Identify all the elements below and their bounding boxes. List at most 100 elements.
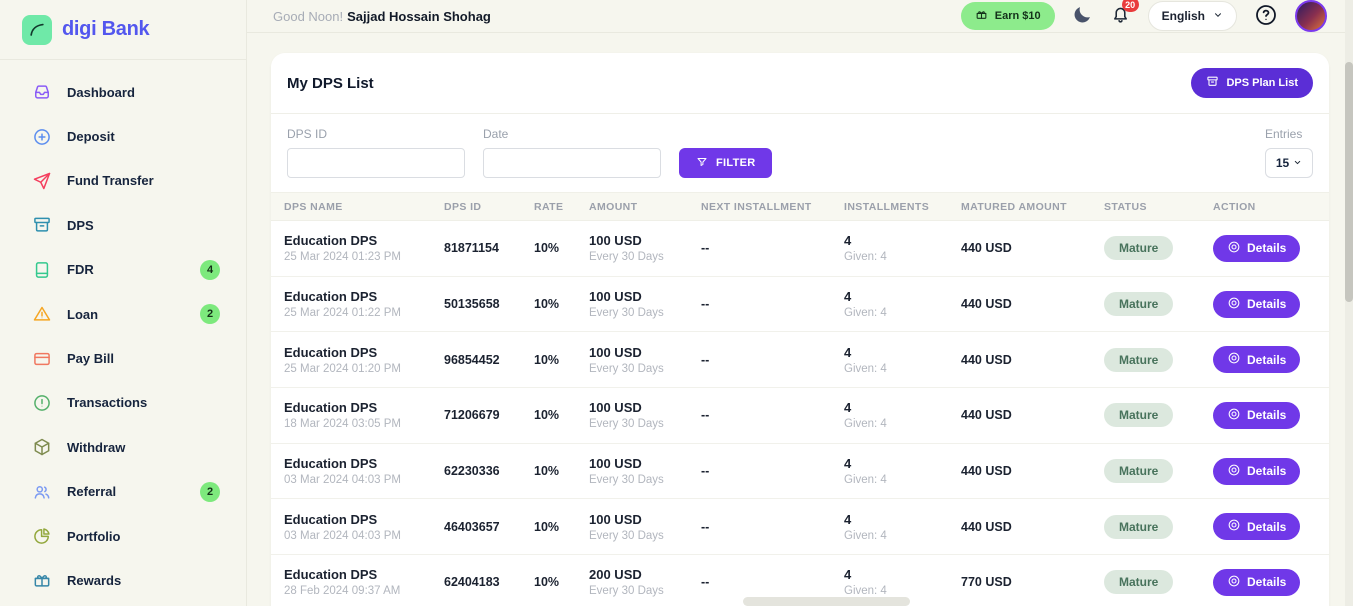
- sidebar-item-pay-bill[interactable]: Pay Bill: [0, 336, 246, 380]
- dps-id-cell: 96854452: [444, 353, 534, 367]
- details-button[interactable]: Details: [1213, 235, 1300, 262]
- status-badge: Mature: [1104, 515, 1173, 539]
- horizontal-scrollbar-thumb[interactable]: [743, 597, 910, 606]
- help-button[interactable]: [1254, 3, 1278, 30]
- date-filter-group: Date: [483, 127, 661, 178]
- sidebar-item-fdr[interactable]: FDR 4: [0, 248, 246, 292]
- filter-bar: DPS ID Date FILTER: [271, 114, 1329, 192]
- dps-name-cell: Education DPS 25 Mar 2024 01:20 PM: [284, 345, 444, 375]
- sidebar-item-portfolio[interactable]: Portfolio: [0, 514, 246, 558]
- count-badge: 2: [200, 482, 220, 502]
- page-title: My DPS List: [287, 75, 374, 92]
- details-button[interactable]: Details: [1213, 291, 1300, 318]
- column-header: DPS ID: [444, 201, 534, 213]
- table-row: Education DPS 03 Mar 2024 04:03 PM 46403…: [271, 499, 1329, 555]
- username-label: Sajjad Hossain Shohag: [347, 9, 491, 24]
- sidebar-item-loan[interactable]: Loan 2: [0, 292, 246, 336]
- dps-name: Education DPS: [284, 567, 444, 582]
- installments-count: 4: [844, 345, 961, 360]
- installments-cell: 4 Given: 4: [844, 289, 961, 319]
- dps-name: Education DPS: [284, 512, 444, 527]
- details-button[interactable]: Details: [1213, 513, 1300, 540]
- amount-frequency: Every 30 Days: [589, 251, 701, 263]
- date-input[interactable]: [483, 148, 661, 178]
- pie-chart-icon: [32, 526, 52, 546]
- details-button[interactable]: Details: [1213, 569, 1300, 596]
- app-window: digi Bank Dashboard Deposit Fund Transfe…: [0, 0, 1353, 606]
- dps-date: 28 Feb 2024 09:37 AM: [284, 585, 444, 597]
- topbar-actions: Earn $10 20 English: [961, 0, 1327, 32]
- amount-value: 100 USD: [589, 233, 701, 248]
- eye-icon: [1227, 574, 1241, 591]
- dps-id-cell: 62230336: [444, 464, 534, 478]
- avatar[interactable]: [1295, 0, 1327, 32]
- gift-icon: [975, 8, 988, 24]
- sidebar-item-fund-transfer[interactable]: Fund Transfer: [0, 159, 246, 203]
- content: My DPS List DPS Plan List DPS ID: [247, 33, 1353, 606]
- rate-cell: 10%: [534, 353, 589, 367]
- installments-count: 4: [844, 233, 961, 248]
- users-icon: [32, 482, 52, 502]
- amount-cell: 200 USD Every 30 Days: [589, 567, 701, 597]
- paper-plane-icon: [32, 171, 52, 191]
- funnel-icon: [696, 156, 708, 171]
- dps-date: 03 Mar 2024 04:03 PM: [284, 474, 444, 486]
- sidebar-item-label: Dashboard: [67, 85, 135, 100]
- dps-name-cell: Education DPS 03 Mar 2024 04:03 PM: [284, 456, 444, 486]
- dps-date: 03 Mar 2024 04:03 PM: [284, 530, 444, 542]
- status-cell: Mature: [1104, 459, 1213, 483]
- installments-count: 4: [844, 400, 961, 415]
- sidebar-item-label: Deposit: [67, 129, 115, 144]
- brand-logo[interactable]: digi Bank: [0, 0, 246, 60]
- matured-amount-cell: 440 USD: [961, 464, 1104, 478]
- vertical-scrollbar-thumb[interactable]: [1345, 62, 1353, 302]
- language-select[interactable]: English: [1148, 1, 1237, 31]
- details-button[interactable]: Details: [1213, 458, 1300, 485]
- amount-cell: 100 USD Every 30 Days: [589, 456, 701, 486]
- sidebar-item-rewards[interactable]: Rewards: [0, 558, 246, 602]
- next-installment-cell: --: [701, 464, 844, 478]
- dps-name: Education DPS: [284, 345, 444, 360]
- eye-icon: [1227, 518, 1241, 535]
- sidebar-item-label: Rewards: [67, 573, 121, 588]
- sidebar-item-label: Withdraw: [67, 440, 125, 455]
- amount-cell: 100 USD Every 30 Days: [589, 233, 701, 263]
- dps-plan-list-button[interactable]: DPS Plan List: [1191, 68, 1313, 98]
- column-header: RATE: [534, 201, 589, 213]
- eye-icon: [1227, 351, 1241, 368]
- table-row: Education DPS 25 Mar 2024 01:23 PM 81871…: [271, 221, 1329, 277]
- dps-id-input[interactable]: [287, 148, 465, 178]
- sidebar-item-dps[interactable]: DPS: [0, 203, 246, 247]
- installments-given: Given: 4: [844, 585, 961, 597]
- sidebar-item-label: Pay Bill: [67, 351, 114, 366]
- earn-button[interactable]: Earn $10: [961, 2, 1055, 30]
- details-button[interactable]: Details: [1213, 402, 1300, 429]
- installments-count: 4: [844, 289, 961, 304]
- entries-group: Entries 15: [1265, 127, 1313, 178]
- sidebar-item-transactions[interactable]: Transactions: [0, 381, 246, 425]
- dps-name-cell: Education DPS 03 Mar 2024 04:03 PM: [284, 512, 444, 542]
- filter-button[interactable]: FILTER: [679, 148, 772, 178]
- action-cell: Details: [1213, 402, 1329, 429]
- sidebar-item-dashboard[interactable]: Dashboard: [0, 70, 246, 114]
- column-header: MATURED AMOUNT: [961, 201, 1104, 213]
- sidebar-menu: Dashboard Deposit Fund Transfer DPS FDR …: [0, 60, 246, 603]
- entries-label: Entries: [1265, 127, 1313, 141]
- sidebar-item-withdraw[interactable]: Withdraw: [0, 425, 246, 469]
- action-cell: Details: [1213, 569, 1329, 596]
- sidebar-item-label: Loan: [67, 307, 98, 322]
- plus-circle-icon: [32, 127, 52, 147]
- entries-select[interactable]: 15: [1265, 148, 1313, 178]
- dps-id-cell: 81871154: [444, 241, 534, 255]
- sidebar-item-referral[interactable]: Referral 2: [0, 470, 246, 514]
- installments-cell: 4 Given: 4: [844, 512, 961, 542]
- sidebar-item-deposit[interactable]: Deposit: [0, 114, 246, 158]
- rate-cell: 10%: [534, 464, 589, 478]
- notifications-button[interactable]: 20: [1110, 4, 1131, 28]
- dark-mode-toggle[interactable]: [1072, 4, 1093, 28]
- installments-cell: 4 Given: 4: [844, 567, 961, 597]
- details-button[interactable]: Details: [1213, 346, 1300, 373]
- dps-name-cell: Education DPS 28 Feb 2024 09:37 AM: [284, 567, 444, 597]
- status-cell: Mature: [1104, 403, 1213, 427]
- amount-cell: 100 USD Every 30 Days: [589, 512, 701, 542]
